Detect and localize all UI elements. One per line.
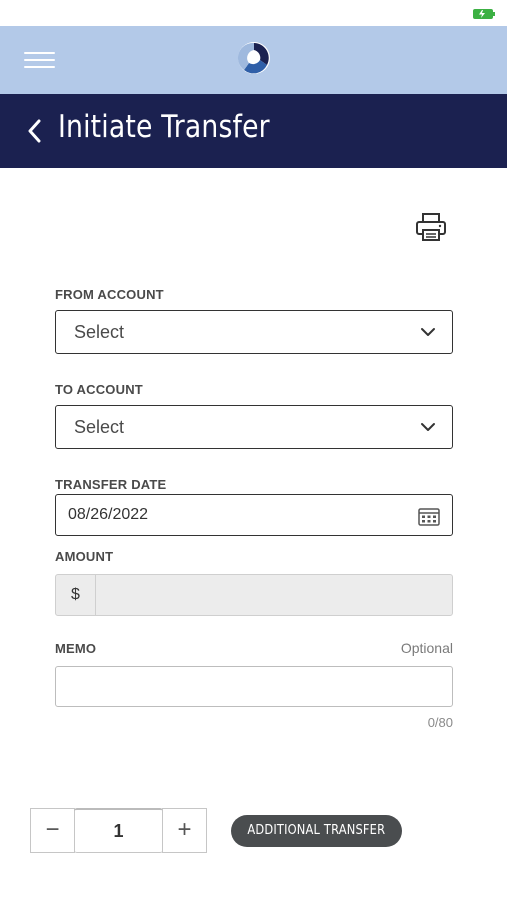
app-logo-icon [237, 42, 270, 74]
to-account-value: Select [74, 417, 125, 437]
to-account-select[interactable]: Select [55, 405, 453, 449]
page-title: Initiate Transfer [58, 109, 270, 145]
amount-label: AMOUNT [55, 549, 114, 564]
amount-input[interactable] [97, 575, 452, 615]
from-account-select[interactable]: Select [55, 310, 453, 354]
app-bar [0, 26, 507, 94]
additional-transfer-button[interactable]: ADDITIONAL TRANSFER [231, 815, 402, 847]
amount-field: $ [55, 574, 453, 616]
chevron-down-icon [421, 423, 435, 431]
decrement-button[interactable]: − [30, 808, 75, 853]
transfer-count-stepper: − 1 + [30, 808, 207, 853]
additional-transfer-label: ADDITIONAL TRANSFER [247, 823, 386, 838]
memo-input[interactable] [55, 666, 453, 707]
transfer-date-field[interactable]: 08/26/2022 [55, 494, 453, 536]
from-account-label: FROM ACCOUNT [55, 287, 164, 302]
chevron-left-icon[interactable] [24, 117, 44, 145]
battery-icon [473, 9, 495, 19]
hamburger-menu-icon[interactable] [24, 49, 56, 71]
memo-label: MEMO [55, 641, 97, 656]
memo-char-count: 0/80 [427, 715, 453, 730]
transfer-date-value: 08/26/2022 [68, 506, 149, 523]
chevron-down-icon [421, 328, 435, 336]
calendar-icon[interactable] [418, 508, 440, 526]
transfer-count-value[interactable]: 1 [74, 808, 163, 853]
status-bar [0, 0, 507, 26]
page-header: Initiate Transfer [0, 94, 507, 168]
printer-icon[interactable] [414, 211, 448, 243]
increment-button[interactable]: + [162, 808, 207, 853]
transfer-date-label: TRANSFER DATE [55, 477, 167, 492]
currency-prefix: $ [56, 575, 96, 615]
memo-optional-text: Optional [400, 640, 453, 656]
from-account-value: Select [74, 322, 125, 342]
to-account-label: TO ACCOUNT [55, 382, 143, 397]
